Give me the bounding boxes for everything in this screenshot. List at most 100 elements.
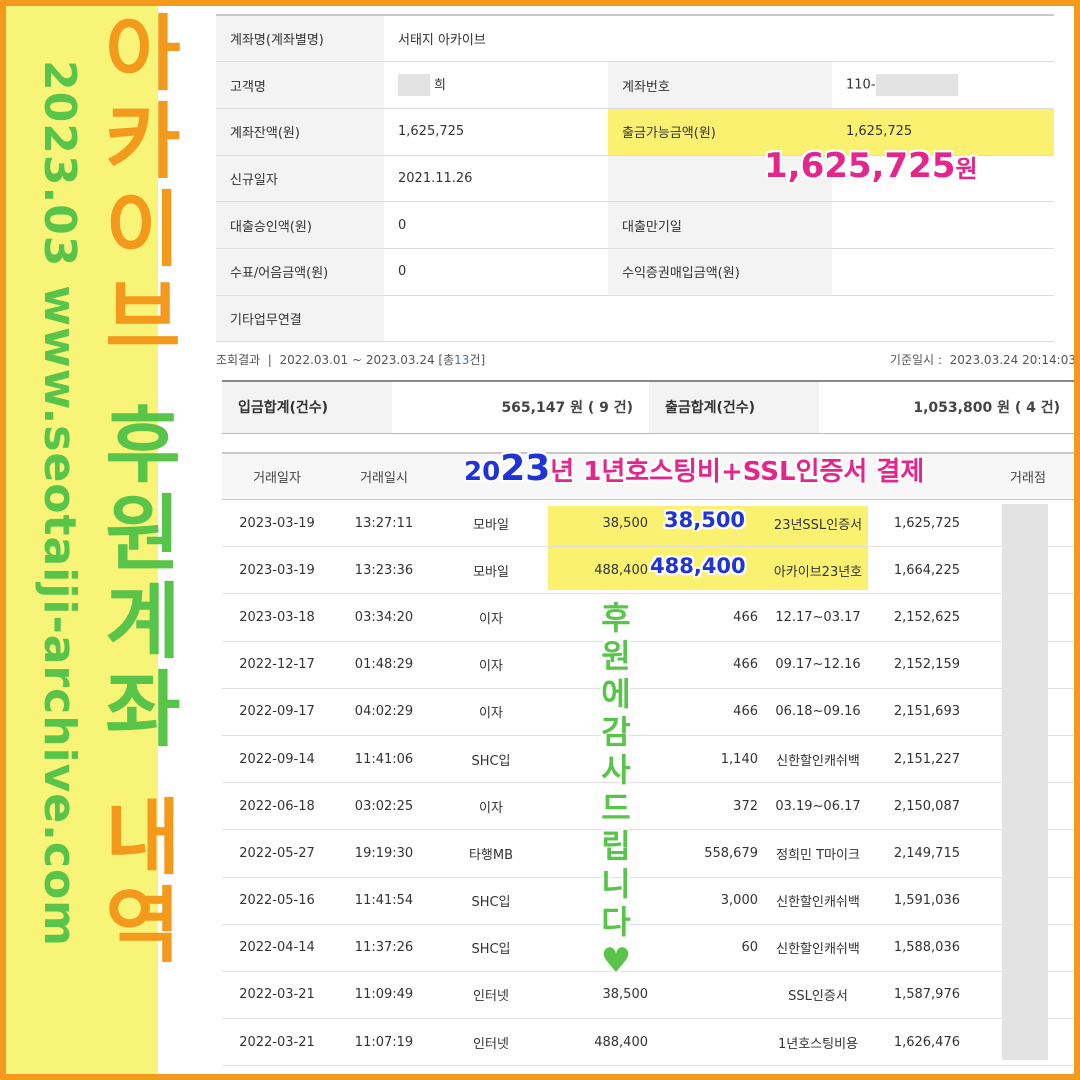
overlay-amount-hosting: 488,400 bbox=[650, 554, 746, 578]
deposit-total-label: 입금합계(건수) bbox=[222, 380, 392, 434]
thanks-char: 사 bbox=[601, 751, 631, 789]
thanks-char: 후 bbox=[601, 599, 631, 637]
thanks-char: 원 bbox=[601, 637, 631, 675]
title-char: 아 bbox=[105, 7, 181, 102]
summary-table: 입금합계(건수) 565,147 원 ( 9 건) 출금합계(건수) 1,053… bbox=[222, 380, 1074, 434]
tx-time: 04:02:29 bbox=[354, 704, 414, 720]
transaction-row: 2022-12-17 01:48:29 이자 466 09.17~12.16 2,152,… bbox=[222, 642, 1074, 689]
title-char: 계 bbox=[105, 575, 181, 670]
tx-memo: 신한할인캐쉬백 bbox=[776, 942, 860, 958]
deposit-total-value: 565,147 원 ( 9 건) bbox=[392, 380, 649, 434]
thanks-char: 에 bbox=[601, 675, 631, 713]
tx-deposit: 466 bbox=[733, 704, 758, 720]
thanks-char: 드 bbox=[601, 789, 631, 827]
tx-withdrawal: 488,400 bbox=[594, 562, 648, 578]
tx-type: 이자 bbox=[479, 659, 503, 675]
value-customer-name: 희 bbox=[384, 61, 608, 109]
tx-memo: 신한할인캐쉬백 bbox=[776, 895, 860, 911]
tx-balance: 2,152,159 bbox=[893, 657, 960, 673]
transaction-row: 2022-09-14 11:41:06 SHC입 1,140 신한할인캐쉬백 2,151,… bbox=[222, 736, 1074, 784]
label-account-name: 계좌명(계좌별명) bbox=[216, 14, 384, 63]
transaction-row: 2022-09-17 04:02:29 이자 466 06.18~09.16 2,151,… bbox=[222, 689, 1074, 736]
tx-date: 2023-03-19 bbox=[239, 515, 315, 531]
transaction-row: 2022-03-21 11:09:49 인터넷 38,500 SSL인증서 1,587,9… bbox=[222, 972, 1074, 1020]
label-customer-name: 고객명 bbox=[216, 61, 384, 109]
tx-type: 이자 bbox=[479, 706, 503, 722]
title-char: 좌 bbox=[105, 663, 181, 758]
tx-memo: 정희민 T마이크 bbox=[776, 847, 860, 863]
tx-date: 2022-03-21 bbox=[239, 1034, 315, 1050]
tx-balance: 1,588,036 bbox=[893, 940, 960, 956]
tx-date: 2022-05-27 bbox=[239, 845, 315, 861]
col-time: 거래일시 bbox=[360, 471, 408, 486]
withdraw-total-value: 1,053,800 원 ( 4 건) bbox=[819, 380, 1074, 434]
col-branch: 거래점 bbox=[1010, 471, 1046, 486]
tx-time: 11:41:54 bbox=[354, 893, 414, 909]
title-char: 카 bbox=[105, 95, 181, 190]
tx-type: 모바일 bbox=[473, 517, 509, 533]
label-other-link: 기타업무연결 bbox=[216, 295, 384, 343]
value-open-date: 2021.11.26 bbox=[384, 155, 608, 203]
tx-time: 11:37:26 bbox=[354, 940, 414, 956]
masked-name bbox=[398, 74, 430, 97]
tx-memo: 신한할인캐쉬백 bbox=[776, 753, 860, 769]
tx-time: 11:07:19 bbox=[354, 1034, 414, 1050]
tx-memo: 03.19~06.17 bbox=[775, 798, 861, 814]
label-balance: 계좌잔액(원) bbox=[216, 108, 384, 156]
transaction-row: 2022-05-27 19:19:30 타행MB 558,679 정희민 T마이크 2,1… bbox=[222, 830, 1074, 878]
thanks-char: 다 bbox=[601, 903, 631, 941]
tx-type: 인터넷 bbox=[473, 989, 509, 1005]
banner-title: 아 카 이 브 후 원 계 좌 내 역 bbox=[68, 14, 218, 974]
tx-memo: 09.17~12.16 bbox=[775, 657, 861, 673]
tx-balance: 1,587,976 bbox=[893, 987, 960, 1003]
tx-type: 이자 bbox=[479, 611, 503, 627]
transaction-row: 2022-05-16 11:41:54 SHC입 3,000 신한할인캐쉬백 1,591,… bbox=[222, 878, 1074, 925]
thanks-char: 립 bbox=[601, 827, 631, 865]
account-row: 고객명 희 계좌번호 110- bbox=[216, 61, 1054, 109]
balance-callout: 1,625,725원 bbox=[764, 146, 978, 186]
tx-memo: 아카이브23년호 bbox=[773, 564, 863, 580]
tx-balance: 2,152,625 bbox=[893, 609, 960, 625]
tx-withdrawal: 38,500 bbox=[602, 515, 649, 531]
label-account-number: 계좌번호 bbox=[608, 61, 832, 109]
tx-deposit: 60 bbox=[741, 940, 758, 956]
tx-time: 13:23:36 bbox=[354, 562, 414, 578]
tx-withdrawal: 38,500 bbox=[602, 987, 649, 1003]
tx-date: 2022-03-21 bbox=[239, 987, 315, 1003]
tx-balance: 1,626,476 bbox=[893, 1034, 960, 1050]
value-securities bbox=[832, 248, 1054, 296]
transaction-row: 2022-04-14 11:37:26 SHC입 60 신한할인캐쉬백 1,588,036 bbox=[222, 925, 1074, 972]
tx-time: 01:48:29 bbox=[354, 657, 414, 673]
transaction-row: 2022-06-18 03:02:25 이자 372 03.19~06.17 2,150,… bbox=[222, 783, 1074, 831]
account-row: 기타업무연결 bbox=[216, 295, 1054, 343]
overlay-amount-ssl: 38,500 bbox=[664, 508, 746, 532]
tx-type: SHC입 bbox=[471, 895, 511, 911]
masked-branch-column bbox=[1002, 504, 1048, 1060]
tx-memo: 1년호스팅비용 bbox=[777, 1036, 859, 1052]
label-open-date: 신규일자 bbox=[216, 155, 384, 203]
account-row: 대출승인액(원) 0 대출만기일 bbox=[216, 201, 1054, 249]
tx-balance: 2,151,693 bbox=[893, 704, 960, 720]
transactions-list: 2023-03-19 13:27:11 모바일 38,500 23년SSL인증서 1,62… bbox=[222, 500, 1074, 1067]
value-other-link[interactable] bbox=[384, 295, 1054, 343]
tx-type: 모바일 bbox=[473, 564, 509, 580]
tx-deposit: 558,679 bbox=[704, 845, 758, 861]
tx-type: 인터넷 bbox=[473, 1036, 509, 1052]
tx-date: 2022-09-14 bbox=[239, 751, 315, 767]
tx-type: 타행MB bbox=[468, 847, 514, 863]
tx-deposit: 466 bbox=[733, 609, 758, 625]
tx-deposit: 3,000 bbox=[720, 893, 758, 909]
value-account-name: 서태지 아카이브 bbox=[384, 14, 1054, 63]
tx-time: 03:34:20 bbox=[354, 609, 414, 625]
tx-withdrawal: 488,400 bbox=[594, 1034, 648, 1050]
query-result-bar: 조회결과 | 2022.03.01 ~ 2023.03.24 [총13건] 기준… bbox=[216, 351, 1074, 368]
thanks-char: 감 bbox=[601, 713, 631, 751]
heart-icon: ♥ bbox=[600, 941, 632, 981]
withdraw-total-label: 출금합계(건수) bbox=[649, 380, 819, 434]
tx-balance: 1,664,225 bbox=[893, 562, 960, 578]
overlay-payment-title: 2023년 1년호스팅비+SSL인증서 결제 bbox=[464, 448, 925, 489]
transaction-row: 2023-03-19 13:23:36 모바일 488,400 아카이브23년호 1,66… bbox=[222, 547, 1074, 595]
tx-deposit: 372 bbox=[733, 798, 758, 814]
title-char: 원 bbox=[105, 487, 181, 582]
tx-date: 2022-09-17 bbox=[239, 704, 315, 720]
